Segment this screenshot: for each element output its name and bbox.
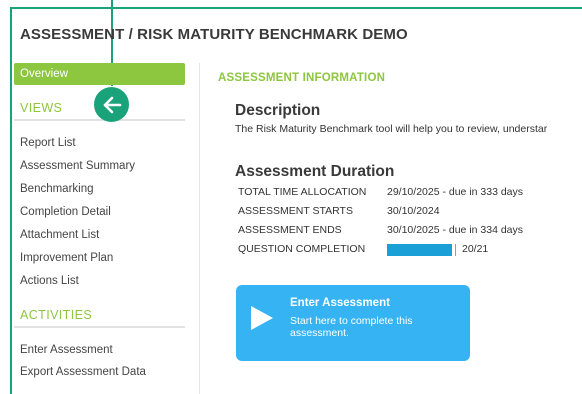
activities-divider (14, 326, 185, 328)
play-icon (251, 306, 273, 330)
sidebar-item-enter-assessment[interactable]: Enter Assessment (20, 344, 113, 356)
assessment-starts-value: 30/10/2024 (387, 205, 440, 217)
assessment-ends-label: ASSESSMENT ENDS (238, 224, 342, 236)
sidebar: Overview VIEWS Report List Assessment Su… (14, 63, 185, 378)
section-title: ASSESSMENT INFORMATION (218, 72, 386, 84)
enter-assessment-title: Enter Assessment (290, 297, 390, 309)
activities-heading: ACTIVITIES (20, 308, 93, 322)
top-border-line (10, 7, 582, 9)
left-border-line (10, 7, 12, 394)
page-title: ASSESSMENT / RISK MATURITY BENCHMARK DEM… (20, 26, 408, 43)
sidebar-item-assessment-summary[interactable]: Assessment Summary (20, 160, 135, 172)
sidebar-item-benchmarking[interactable]: Benchmarking (20, 183, 94, 195)
assessment-ends-value: 30/10/2025 - due in 334 days (387, 224, 524, 236)
sidebar-item-overview[interactable]: Overview (14, 63, 185, 85)
description-heading: Description (235, 102, 321, 119)
enter-assessment-subtitle: Start here to complete this assessment. (290, 315, 413, 339)
total-time-value: 29/10/2025 - due in 333 days (387, 186, 524, 198)
total-time-label: TOTAL TIME ALLOCATION (238, 186, 367, 198)
description-text: The Risk Maturity Benchmark tool will he… (235, 123, 548, 135)
sidebar-item-actions-list[interactable]: Actions List (20, 275, 79, 287)
completion-progress-fill (387, 244, 452, 256)
sidebar-item-attachment-list[interactable]: Attachment List (20, 229, 99, 241)
enter-assessment-button[interactable]: Enter Assessment Start here to complete … (236, 285, 470, 361)
arrow-left-icon (103, 96, 121, 113)
views-heading: VIEWS (20, 101, 63, 115)
content-divider (199, 63, 200, 394)
completion-count: 20/21 (462, 243, 489, 255)
completion-progress-bar (387, 244, 456, 256)
sidebar-item-export-assessment-data[interactable]: Export Assessment Data (20, 366, 146, 378)
sidebar-item-improvement-plan[interactable]: Improvement Plan (20, 252, 113, 264)
duration-heading: Assessment Duration (235, 163, 395, 180)
question-completion-label: QUESTION COMPLETION (238, 243, 366, 255)
back-button[interactable] (94, 87, 129, 122)
sidebar-item-completion-detail[interactable]: Completion Detail (20, 206, 111, 218)
sidebar-item-report-list[interactable]: Report List (20, 137, 76, 149)
views-divider (14, 119, 185, 121)
assessment-starts-label: ASSESSMENT STARTS (238, 205, 353, 217)
